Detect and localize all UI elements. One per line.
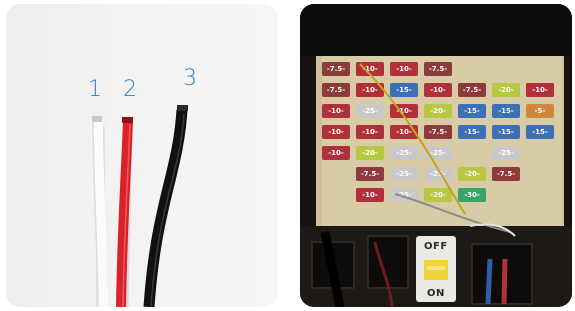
fuse-rating-label: -10- — [396, 65, 412, 73]
fuse-rating-label: -25- — [362, 107, 378, 115]
fuse-rating-label: -25- — [396, 149, 412, 157]
fuse-box-drawing: -7.5- -10- -10- -7.5- -7.5- -10- -15- -10- -7.5-… — [300, 4, 572, 307]
fuse-box-photo: -7.5- -10- -10- -7.5- -7.5- -10- -15- -10- -7.5-… — [300, 4, 572, 307]
fuse-rating-label: -7.5- — [361, 170, 379, 178]
fuse-rating-label: -10- — [532, 86, 548, 94]
wires-photo: 1 2 3 — [6, 4, 278, 307]
wire-label-1: 1 — [88, 77, 102, 102]
fuse-rating-label: -15- — [498, 128, 514, 136]
fuse-rating-label: -20- — [430, 107, 446, 115]
fuse-box-top-shadow — [300, 4, 572, 56]
fuse-rating-label: -10- — [328, 149, 344, 157]
fuse-rating-label: -20- — [362, 149, 378, 157]
fuse-rating-label: -25- — [498, 149, 514, 157]
fuse-rating-label: -15- — [396, 86, 412, 94]
wire-label-3: 3 — [183, 66, 197, 91]
switch-on-label: ON — [427, 288, 445, 299]
wire-2-core — [122, 117, 133, 123]
fuse-rating-label: -15- — [464, 128, 480, 136]
blue-wire — [485, 258, 493, 305]
fuse-rating-label: -7.5- — [327, 65, 345, 73]
fuse-rating-label: -7.5- — [429, 128, 447, 136]
fuse-rating-label: -20- — [464, 170, 480, 178]
fuse-rating-label: -20- — [430, 191, 446, 199]
fuse-rating-label: -15- — [464, 107, 480, 115]
fuse-rating-label: -10- — [328, 107, 344, 115]
switch-slider-highlight — [427, 266, 445, 270]
fuse-rating-label: -7.5- — [429, 65, 447, 73]
fuse-rating-label: -25- — [430, 149, 446, 157]
fuse-rating-label: -10- — [396, 128, 412, 136]
fuse-rating-label: -15- — [532, 128, 548, 136]
fuse-rating-label: -5- — [535, 107, 546, 115]
fuse-rating-label: -7.5- — [327, 86, 345, 94]
fuse-rating-label: -10- — [362, 86, 378, 94]
fuse-rating-label: -10- — [328, 128, 344, 136]
wire-label-2: 2 — [123, 77, 137, 102]
fuse-rating-label: -7.5- — [497, 170, 515, 178]
switch-off-label: OFF — [424, 241, 448, 252]
fuse-rating-label: -10- — [362, 191, 378, 199]
fuse-rating-label: -7.5- — [463, 86, 481, 94]
fuse-rating-label: -30- — [464, 191, 480, 199]
wire-3-core — [177, 105, 188, 111]
fuse-rating-label: -10- — [362, 128, 378, 136]
wire-1-core — [92, 116, 102, 122]
fuse-rating-label: -25- — [396, 170, 412, 178]
red-wire — [501, 258, 508, 305]
wire-1-white — [93, 118, 108, 307]
fuse-rating-label: -10- — [430, 86, 446, 94]
fuse-rating-label: -15- — [498, 107, 514, 115]
fuse-rating-label: -20- — [498, 86, 514, 94]
wires-drawing — [92, 105, 188, 307]
